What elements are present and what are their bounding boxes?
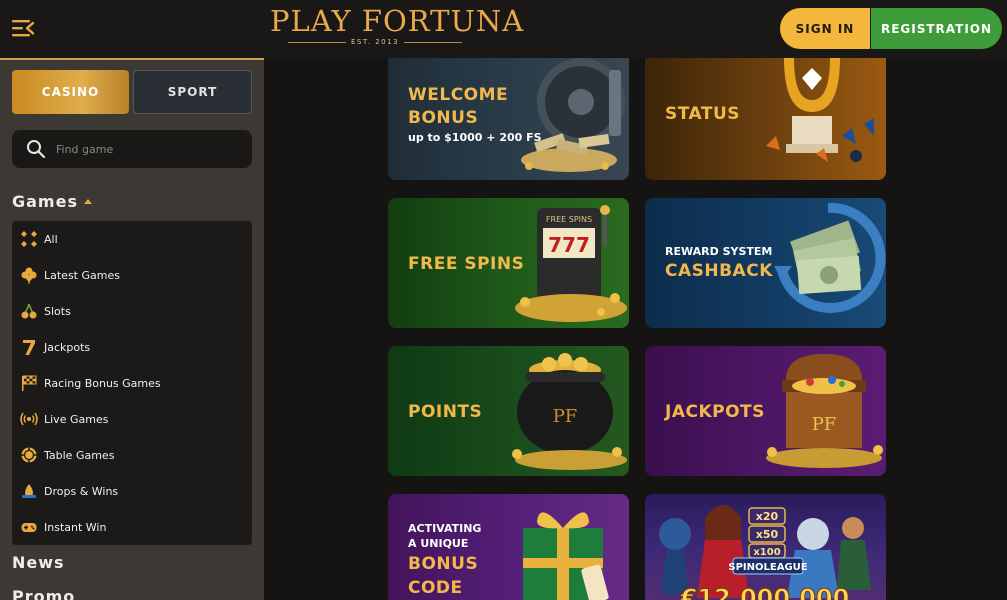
broadcast-icon — [20, 412, 38, 426]
mode-toggle: CASINO SPORT — [12, 70, 252, 114]
drops-wins-icon — [22, 484, 36, 498]
sign-in-button[interactable]: SIGN IN — [780, 8, 870, 49]
game-category-label: Table Games — [44, 448, 115, 462]
pot-label: PF — [553, 406, 578, 427]
header: PLAY FORTUNA EST. 2013 SIGN IN REGISTRAT… — [0, 0, 1007, 58]
casino-tab[interactable]: CASINO — [12, 70, 129, 114]
menu-toggle-button[interactable] — [10, 17, 36, 39]
search-box[interactable] — [12, 130, 252, 168]
promo-card-free-spins[interactable]: FREE SPINS 777 FREE SPINS — [388, 198, 629, 328]
promo-card-welcome-bonus[interactable]: WELCOME BONUS up to $1000 + 200 FS — [388, 50, 629, 180]
spinoleague-artwork: x20 x50 x100 SPINOLEAGUE €12,000,000 — [659, 505, 871, 600]
game-category-instant-win[interactable]: Instant Win — [12, 509, 252, 545]
games-section-toggle[interactable]: Games — [12, 192, 92, 211]
card-subtitle: up to $1000 + 200 FS — [408, 131, 542, 144]
multiplier-label: x50 — [756, 528, 779, 541]
game-category-label: All — [44, 232, 58, 246]
site-logo[interactable]: PLAY FORTUNA EST. 2013 — [270, 4, 525, 48]
game-category-label: Instant Win — [44, 520, 107, 534]
search-icon — [27, 140, 46, 159]
game-category-drops-wins[interactable]: Drops & Wins — [12, 473, 252, 509]
menu-collapse-icon — [12, 20, 35, 37]
news-section-link[interactable]: News — [12, 553, 65, 572]
game-category-label: Racing Bonus Games — [44, 376, 161, 390]
card-kicker: REWARD SYSTEM — [665, 245, 773, 258]
vault-icon — [521, 58, 625, 172]
game-category-label: Slots — [44, 304, 71, 318]
cashback-money-icon — [774, 202, 886, 313]
clover-grid-icon — [21, 231, 37, 247]
chip-icon — [21, 447, 37, 463]
card-title-line: WELCOME — [408, 85, 509, 105]
game-category-slots[interactable]: Slots — [12, 293, 252, 329]
game-category-racing-bonus[interactable]: Racing Bonus Games — [12, 365, 252, 401]
logo-subtext: EST. 2013 — [270, 38, 480, 46]
caret-up-icon — [83, 198, 92, 204]
card-title: WELCOME BONUS — [408, 84, 508, 130]
promo-card-bonus-code[interactable]: ACTIVATING A UNIQUE BONUS CODE — [388, 494, 629, 600]
slot-machine-label: FREE SPINS — [546, 215, 592, 224]
game-category-label: Jackpots — [44, 340, 91, 354]
gift-box-icon — [523, 512, 609, 600]
sidebar: CASINO SPORT Games All — [0, 58, 264, 600]
logo-text: PLAY FORTUNA — [270, 4, 525, 38]
search-input[interactable] — [56, 142, 236, 156]
card-kicker-line: A UNIQUE — [408, 537, 469, 550]
gamepad-icon — [21, 523, 37, 532]
card-title-line: BONUS — [408, 554, 479, 574]
card-title: STATUS — [665, 104, 741, 124]
card-kicker: ACTIVATING A UNIQUE — [408, 521, 481, 551]
game-category-label: Live Games — [44, 412, 109, 426]
chest-label: PF — [812, 414, 837, 435]
card-title: POINTS — [408, 402, 483, 422]
games-heading: Games — [12, 192, 78, 211]
game-category-label: Latest Games — [44, 268, 120, 282]
treasure-chest-icon: PF — [766, 354, 883, 468]
game-category-label: Drops & Wins — [44, 484, 119, 498]
checkered-flag-icon — [22, 375, 37, 391]
page: PLAY FORTUNA EST. 2013 SIGN IN REGISTRAT… — [0, 0, 1007, 600]
card-title: BONUS CODE — [408, 552, 478, 600]
game-category-jackpots[interactable]: Jackpots — [12, 329, 252, 365]
promo-card-cashback[interactable]: REWARD SYSTEM CASHBACK — [645, 198, 886, 328]
game-category-table[interactable]: Table Games — [12, 437, 252, 473]
card-title-line: CODE — [408, 578, 463, 598]
game-category-live[interactable]: Live Games — [12, 401, 252, 437]
promo-card-points[interactable]: PF POINTS — [388, 346, 629, 476]
card-title-line: BONUS — [408, 108, 479, 128]
promo-card-status[interactable]: STATUS — [645, 50, 886, 180]
multiplier-label: x20 — [756, 510, 779, 523]
promo-card-jackpots[interactable]: PF JACKPOTS — [645, 346, 886, 476]
prize-amount: €12,000,000 — [680, 584, 850, 600]
promo-section-link[interactable]: Promo — [12, 587, 75, 600]
promo-card-spinoleague[interactable]: x20 x50 x100 SPINOLEAGUE €12,000,000 — [645, 494, 886, 600]
auth-buttons: SIGN IN REGISTRATION — [780, 8, 1002, 49]
games-list: All Latest Games Slots Jackpots Racing B… — [12, 221, 252, 545]
sport-tab[interactable]: SPORT — [133, 70, 252, 114]
clover-icon — [21, 267, 37, 284]
seven-icon — [23, 340, 35, 355]
pot-of-gold-icon: PF — [512, 353, 627, 470]
multiplier-label: x100 — [753, 547, 780, 558]
card-title: JACKPOTS — [665, 402, 765, 422]
svg-text:777: 777 — [548, 233, 590, 257]
game-category-all[interactable]: All — [12, 221, 252, 257]
card-kicker-line: ACTIVATING — [408, 522, 482, 535]
card-title: FREE SPINS — [408, 254, 525, 274]
registration-button[interactable]: REGISTRATION — [871, 8, 1002, 49]
game-category-latest[interactable]: Latest Games — [12, 257, 252, 293]
horseshoe-diamond-icon — [766, 58, 874, 162]
cherry-icon — [21, 303, 37, 319]
spinoleague-label: SPINOLEAGUE — [728, 562, 807, 573]
card-title: CASHBACK — [665, 261, 773, 281]
